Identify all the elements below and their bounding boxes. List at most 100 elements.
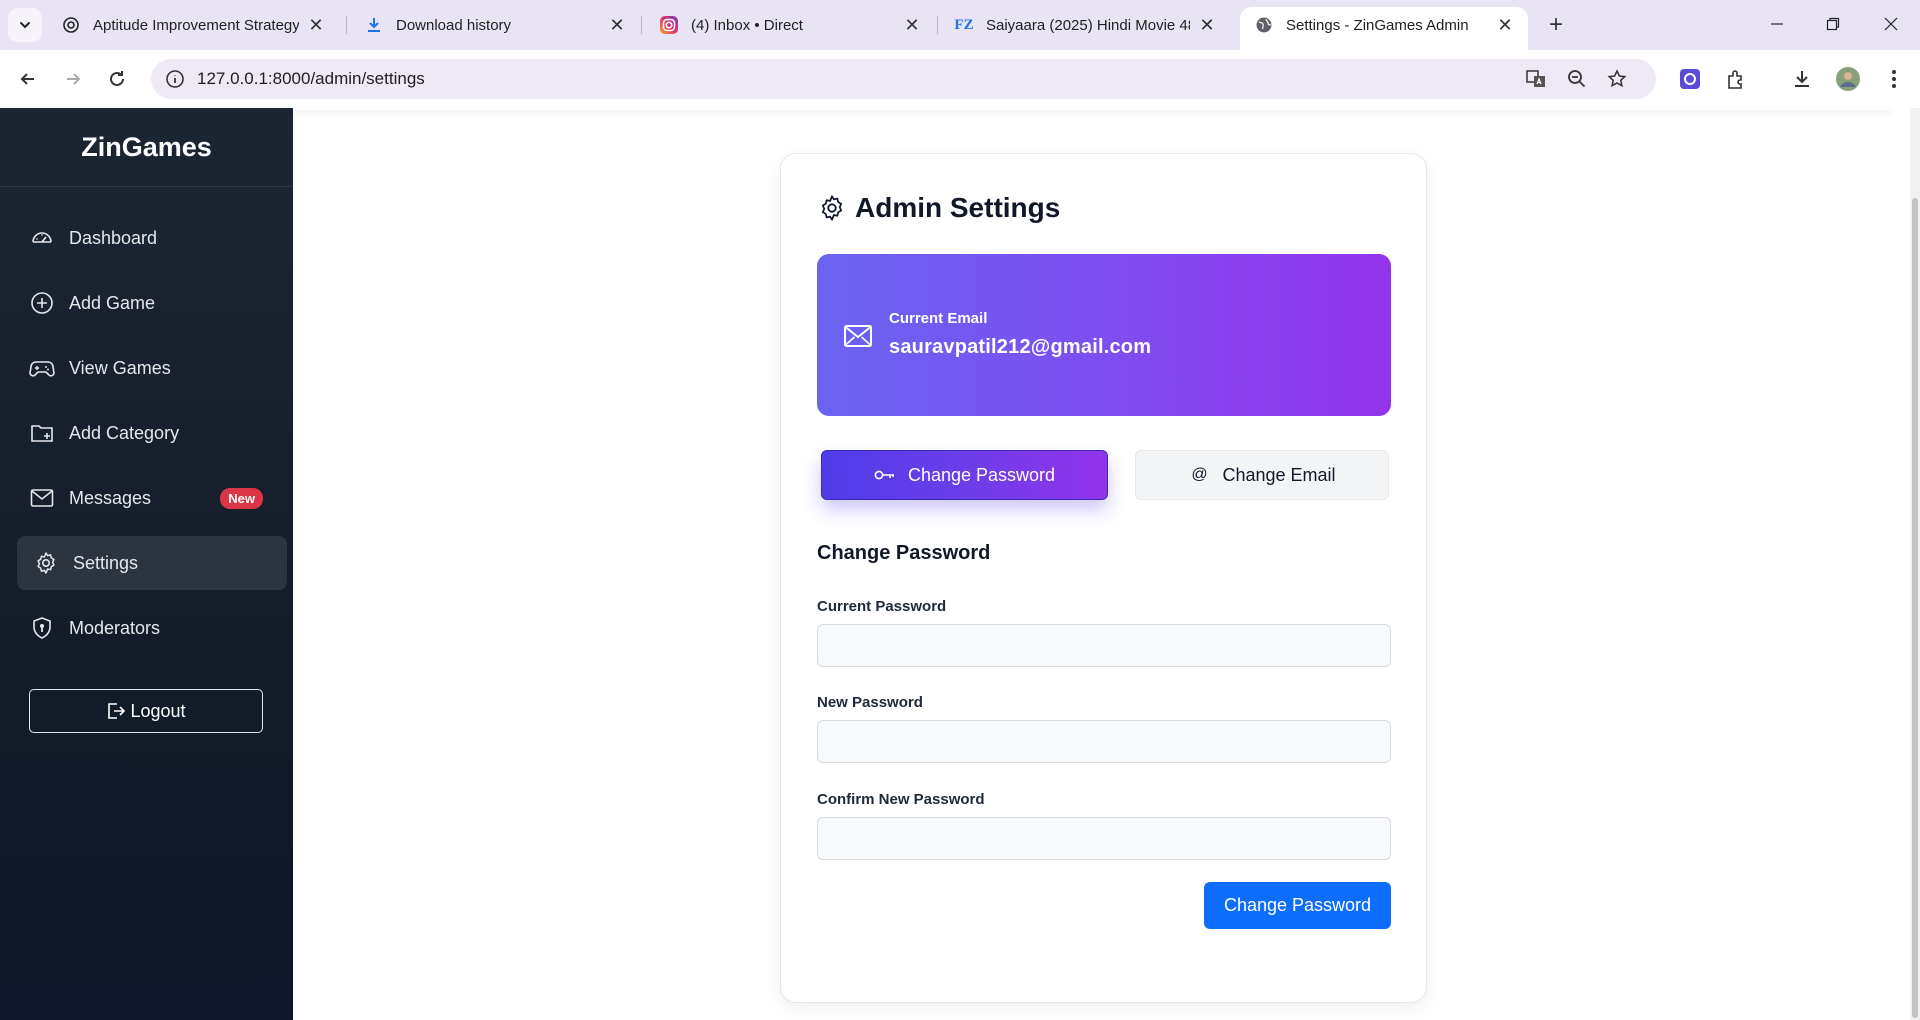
- close-window-button[interactable]: [1863, 0, 1919, 48]
- page-scrollbar[interactable]: [1910, 108, 1920, 1020]
- forward-button[interactable]: [58, 64, 88, 94]
- topbar-edge: [293, 108, 1893, 110]
- new-messages-badge: New: [220, 488, 263, 509]
- arrow-left-icon: [20, 73, 34, 85]
- restore-icon: [1826, 17, 1840, 31]
- globe-icon: [1254, 15, 1274, 35]
- download-icon: [364, 15, 384, 35]
- current-password-label: Current Password: [817, 598, 947, 615]
- close-icon[interactable]: ✕: [606, 14, 628, 36]
- settings-card: Admin Settings Current Email sauravpatil…: [780, 153, 1427, 1003]
- close-icon[interactable]: ✕: [1494, 14, 1516, 36]
- sidebar-item-label: Add Category: [69, 422, 180, 443]
- sidebar-item-settings[interactable]: Settings: [17, 536, 287, 590]
- confirm-password-input[interactable]: [817, 817, 1391, 860]
- current-email-label: Current Email: [889, 310, 988, 327]
- address-bar[interactable]: 127.0.0.1:8000/admin/settings: [151, 59, 1656, 99]
- page-title: Admin Settings: [817, 192, 1060, 224]
- sidebar-item-dashboard[interactable]: Dashboard: [17, 211, 287, 265]
- new-tab-button[interactable]: +: [1541, 10, 1571, 40]
- key-icon: [874, 464, 896, 486]
- sidebar-item-view-games[interactable]: View Games: [17, 341, 287, 395]
- sidebar-item-add-game[interactable]: Add Game: [17, 276, 287, 330]
- sidebar-item-add-category[interactable]: Add Category: [17, 406, 287, 460]
- browser-tab-settings[interactable]: Settings - ZinGames Admin ✕: [1240, 7, 1528, 50]
- tab-title: Saiyaara (2025) Hindi Movie 480: [986, 16, 1190, 34]
- back-button[interactable]: [13, 64, 43, 94]
- tab-change-email-label: Change Email: [1222, 464, 1336, 485]
- translate-icon[interactable]: [1524, 67, 1548, 91]
- close-icon: [1884, 17, 1898, 31]
- fz-icon: FZ: [954, 16, 974, 33]
- close-icon[interactable]: ✕: [305, 14, 327, 36]
- sidebar: ZinGames Dashboard Add Game View Games A…: [0, 108, 293, 1020]
- sidebar-item-messages[interactable]: Messages New: [17, 471, 287, 525]
- zoom-icon[interactable]: [1565, 67, 1589, 91]
- sidebar-item-label: Dashboard: [69, 227, 158, 248]
- logout-button[interactable]: Logout: [29, 689, 263, 733]
- tab-title: Settings - ZinGames Admin: [1286, 16, 1469, 34]
- main-content: Admin Settings Current Email sauravpatil…: [293, 108, 1920, 1020]
- tab-separator: [641, 16, 642, 34]
- close-icon[interactable]: ✕: [1196, 14, 1218, 36]
- url-text[interactable]: 127.0.0.1:8000/admin/settings: [197, 69, 425, 89]
- tab-separator: [346, 16, 347, 34]
- folder-plus-icon: [29, 420, 55, 446]
- tab-title: (4) Inbox • Direct: [691, 16, 803, 34]
- minimize-icon: [1771, 23, 1783, 25]
- logout-label: Logout: [130, 700, 186, 721]
- downloads-icon[interactable]: [1788, 65, 1816, 93]
- gear-icon: [817, 193, 847, 223]
- current-email-banner: Current Email sauravpatil212@gmail.com: [817, 254, 1391, 416]
- change-password-submit-button[interactable]: Change Password: [1204, 882, 1391, 929]
- scrollbar-thumb[interactable]: [1912, 198, 1918, 1018]
- browser-tab-bar: Aptitude Improvement Strategy ✕ Download…: [0, 0, 1920, 50]
- section-title: Change Password: [817, 542, 991, 564]
- tab-title: Download history: [396, 16, 512, 34]
- minimize-button[interactable]: [1749, 0, 1805, 48]
- envelope-icon: [29, 485, 55, 511]
- reload-icon: [110, 71, 124, 86]
- arrow-right-icon: [67, 73, 81, 85]
- browser-tab-instagram[interactable]: (4) Inbox • Direct ✕: [645, 7, 935, 43]
- at-sign-icon: @: [1191, 466, 1208, 483]
- extension-app-icon[interactable]: [1676, 65, 1704, 93]
- browser-toolbar: 127.0.0.1:8000/admin/settings: [0, 50, 1920, 108]
- restore-button[interactable]: [1805, 0, 1861, 48]
- kebab-menu-icon[interactable]: [1880, 65, 1908, 93]
- brand-logo[interactable]: ZinGames: [0, 108, 293, 187]
- extensions-icon[interactable]: [1722, 65, 1750, 93]
- sidebar-item-label: Messages: [69, 487, 152, 508]
- tab-change-password[interactable]: Change Password: [821, 450, 1108, 500]
- browser-tab-downloads[interactable]: Download history ✕: [350, 7, 640, 43]
- tab-search-button[interactable]: [8, 8, 42, 42]
- tab-separator: [937, 16, 938, 34]
- profile-avatar-icon[interactable]: [1834, 65, 1862, 93]
- plus-circle-icon: [29, 290, 55, 316]
- sidebar-item-label: Settings: [73, 552, 139, 573]
- logout-icon: [106, 701, 126, 721]
- openai-icon: [61, 15, 81, 35]
- new-password-label: New Password: [817, 694, 923, 711]
- page-title-text: Admin Settings: [855, 192, 1061, 223]
- close-icon[interactable]: ✕: [901, 14, 923, 36]
- tab-title: Aptitude Improvement Strategy: [93, 16, 299, 34]
- envelope-icon: [844, 325, 872, 347]
- gamepad-icon: [29, 355, 55, 381]
- site-info-icon[interactable]: [165, 69, 185, 89]
- browser-tab-saiyaara[interactable]: FZ Saiyaara (2025) Hindi Movie 480 ✕: [940, 7, 1230, 43]
- sidebar-item-moderators[interactable]: Moderators: [17, 601, 287, 655]
- tab-change-email[interactable]: @ Change Email: [1135, 450, 1389, 500]
- instagram-icon: [659, 15, 679, 35]
- new-password-input[interactable]: [817, 720, 1391, 763]
- reload-button[interactable]: [102, 64, 132, 94]
- gear-icon: [33, 550, 59, 576]
- sidebar-item-label: Moderators: [69, 617, 161, 638]
- browser-tab-aptitude[interactable]: Aptitude Improvement Strategy ✕: [47, 7, 339, 43]
- confirm-password-label: Confirm New Password: [817, 791, 985, 808]
- current-password-input[interactable]: [817, 624, 1391, 667]
- sidebar-item-label: Add Game: [69, 292, 156, 313]
- chevron-down-icon: [20, 22, 30, 29]
- star-icon[interactable]: [1605, 67, 1629, 91]
- sidebar-item-label: View Games: [69, 357, 171, 378]
